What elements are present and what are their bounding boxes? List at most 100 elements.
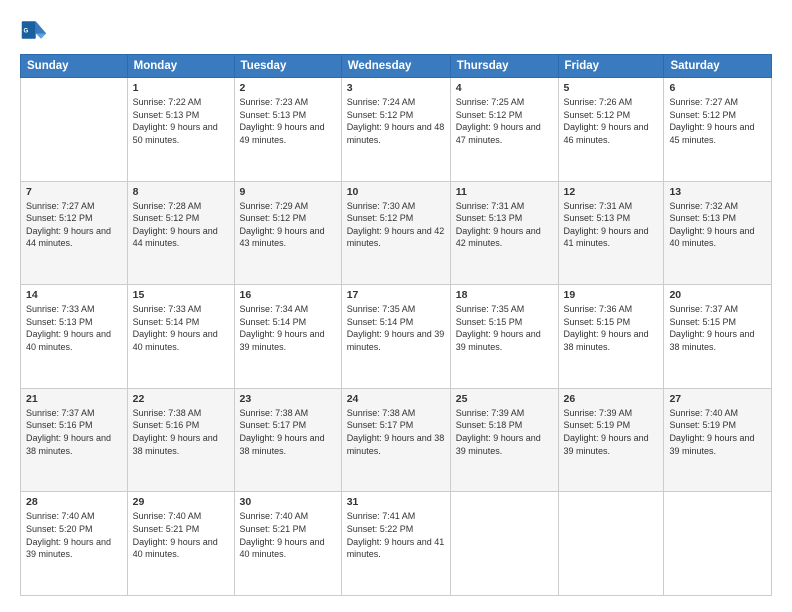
calendar-cell: 19 Sunrise: 7:36 AMSunset: 5:15 PMDayligh… <box>558 285 664 389</box>
day-number: 5 <box>564 82 659 94</box>
calendar-cell: 4 Sunrise: 7:25 AMSunset: 5:12 PMDaylight… <box>450 78 558 182</box>
calendar-cell: 2Sunrise: 7:23 AMSunset: 5:13 PMDaylight… <box>234 78 341 182</box>
day-of-week-wednesday: Wednesday <box>341 55 450 78</box>
day-number: 24 <box>347 393 445 405</box>
calendar-cell: 13 Sunrise: 7:32 AMSunset: 5:13 PMDayligh… <box>664 181 772 285</box>
calendar-cell: 26Sunrise: 7:39 AMSunset: 5:19 PMDayligh… <box>558 388 664 492</box>
day-number: 16 <box>240 289 336 301</box>
calendar-cell: 24 Sunrise: 7:38 AMSunset: 5:17 PMDayligh… <box>341 388 450 492</box>
page: G SundayMondayTuesdayWednesdayThursdayFr… <box>0 0 792 612</box>
logo-icon: G <box>20 16 48 44</box>
day-of-week-saturday: Saturday <box>664 55 772 78</box>
day-number: 23 <box>240 393 336 405</box>
day-info: Sunrise: 7:26 AMSunset: 5:12 PMDaylight:… <box>564 96 659 146</box>
calendar-cell <box>21 78 128 182</box>
day-info: Sunrise: 7:38 AMSunset: 5:16 PMDaylight:… <box>133 407 229 457</box>
day-info: Sunrise: 7:31 AMSunset: 5:13 PMDaylight:… <box>456 200 553 250</box>
day-number: 7 <box>26 186 122 198</box>
calendar-week-row: 21 Sunrise: 7:37 AMSunset: 5:16 PMDayligh… <box>21 388 772 492</box>
calendar-cell: 6 Sunrise: 7:27 AMSunset: 5:12 PMDaylight… <box>664 78 772 182</box>
day-info: Sunrise: 7:31 AMSunset: 5:13 PMDaylight:… <box>564 200 659 250</box>
day-info: Sunrise: 7:36 AMSunset: 5:15 PMDaylight:… <box>564 303 659 353</box>
calendar-cell: 10Sunrise: 7:30 AMSunset: 5:12 PMDayligh… <box>341 181 450 285</box>
calendar-cell: 14 Sunrise: 7:33 AMSunset: 5:13 PMDayligh… <box>21 285 128 389</box>
day-info: Sunrise: 7:38 AMSunset: 5:17 PMDaylight:… <box>347 407 445 457</box>
calendar: SundayMondayTuesdayWednesdayThursdayFrid… <box>20 54 772 596</box>
day-info: Sunrise: 7:37 AMSunset: 5:16 PMDaylight:… <box>26 407 122 457</box>
day-info: Sunrise: 7:37 AMSunset: 5:15 PMDaylight:… <box>669 303 766 353</box>
day-number: 27 <box>669 393 766 405</box>
day-number: 10 <box>347 186 445 198</box>
day-number: 19 <box>564 289 659 301</box>
day-info: Sunrise: 7:39 AMSunset: 5:18 PMDaylight:… <box>456 407 553 457</box>
calendar-cell: 28 Sunrise: 7:40 AMSunset: 5:20 PMDayligh… <box>21 492 128 596</box>
calendar-cell <box>558 492 664 596</box>
day-info: Sunrise: 7:34 AMSunset: 5:14 PMDaylight:… <box>240 303 336 353</box>
day-of-week-monday: Monday <box>127 55 234 78</box>
day-number: 18 <box>456 289 553 301</box>
day-number: 28 <box>26 496 122 508</box>
calendar-cell: 16 Sunrise: 7:34 AMSunset: 5:14 PMDayligh… <box>234 285 341 389</box>
calendar-cell: 20 Sunrise: 7:37 AMSunset: 5:15 PMDayligh… <box>664 285 772 389</box>
day-info: Sunrise: 7:35 AMSunset: 5:15 PMDaylight:… <box>456 303 553 353</box>
day-info: Sunrise: 7:27 AMSunset: 5:12 PMDaylight:… <box>26 200 122 250</box>
day-number: 12 <box>564 186 659 198</box>
day-number: 15 <box>133 289 229 301</box>
day-info: Sunrise: 7:40 AMSunset: 5:20 PMDaylight:… <box>26 510 122 560</box>
day-number: 22 <box>133 393 229 405</box>
calendar-cell: 30 Sunrise: 7:40 AMSunset: 5:21 PMDayligh… <box>234 492 341 596</box>
day-number: 9 <box>240 186 336 198</box>
day-number: 21 <box>26 393 122 405</box>
day-number: 26 <box>564 393 659 405</box>
day-number: 3 <box>347 82 445 94</box>
svg-text:G: G <box>24 28 29 35</box>
calendar-week-row: 7 Sunrise: 7:27 AMSunset: 5:12 PMDaylight… <box>21 181 772 285</box>
day-number: 6 <box>669 82 766 94</box>
day-number: 1 <box>133 82 229 94</box>
day-number: 13 <box>669 186 766 198</box>
calendar-week-row: 28 Sunrise: 7:40 AMSunset: 5:20 PMDayligh… <box>21 492 772 596</box>
day-number: 30 <box>240 496 336 508</box>
day-info: Sunrise: 7:41 AMSunset: 5:22 PMDaylight:… <box>347 510 445 560</box>
calendar-cell: 5 Sunrise: 7:26 AMSunset: 5:12 PMDaylight… <box>558 78 664 182</box>
calendar-cell: 1 Sunrise: 7:22 AMSunset: 5:13 PMDaylight… <box>127 78 234 182</box>
calendar-cell: 23 Sunrise: 7:38 AMSunset: 5:17 PMDayligh… <box>234 388 341 492</box>
calendar-week-row: 14 Sunrise: 7:33 AMSunset: 5:13 PMDayligh… <box>21 285 772 389</box>
calendar-cell: 9 Sunrise: 7:29 AMSunset: 5:12 PMDaylight… <box>234 181 341 285</box>
calendar-header-row: SundayMondayTuesdayWednesdayThursdayFrid… <box>21 55 772 78</box>
day-number: 2 <box>240 82 336 94</box>
header: G <box>20 16 772 44</box>
day-info: Sunrise: 7:24 AMSunset: 5:12 PMDaylight:… <box>347 96 445 146</box>
calendar-cell: 27 Sunrise: 7:40 AMSunset: 5:19 PMDayligh… <box>664 388 772 492</box>
calendar-cell: 25 Sunrise: 7:39 AMSunset: 5:18 PMDayligh… <box>450 388 558 492</box>
day-number: 20 <box>669 289 766 301</box>
day-info: Sunrise: 7:25 AMSunset: 5:12 PMDaylight:… <box>456 96 553 146</box>
day-number: 4 <box>456 82 553 94</box>
day-number: 31 <box>347 496 445 508</box>
day-number: 14 <box>26 289 122 301</box>
day-info: Sunrise: 7:29 AMSunset: 5:12 PMDaylight:… <box>240 200 336 250</box>
calendar-cell: 17Sunrise: 7:35 AMSunset: 5:14 PMDayligh… <box>341 285 450 389</box>
day-info: Sunrise: 7:38 AMSunset: 5:17 PMDaylight:… <box>240 407 336 457</box>
day-of-week-friday: Friday <box>558 55 664 78</box>
day-info: Sunrise: 7:40 AMSunset: 5:21 PMDaylight:… <box>240 510 336 560</box>
day-info: Sunrise: 7:33 AMSunset: 5:14 PMDaylight:… <box>133 303 229 353</box>
day-info: Sunrise: 7:32 AMSunset: 5:13 PMDaylight:… <box>669 200 766 250</box>
day-number: 25 <box>456 393 553 405</box>
logo: G <box>20 16 52 44</box>
day-info: Sunrise: 7:27 AMSunset: 5:12 PMDaylight:… <box>669 96 766 146</box>
day-number: 8 <box>133 186 229 198</box>
calendar-cell <box>664 492 772 596</box>
day-info: Sunrise: 7:40 AMSunset: 5:21 PMDaylight:… <box>133 510 229 560</box>
day-number: 29 <box>133 496 229 508</box>
calendar-cell: 11 Sunrise: 7:31 AMSunset: 5:13 PMDayligh… <box>450 181 558 285</box>
day-info: Sunrise: 7:22 AMSunset: 5:13 PMDaylight:… <box>133 96 229 146</box>
day-number: 17 <box>347 289 445 301</box>
day-number: 11 <box>456 186 553 198</box>
day-info: Sunrise: 7:33 AMSunset: 5:13 PMDaylight:… <box>26 303 122 353</box>
day-info: Sunrise: 7:40 AMSunset: 5:19 PMDaylight:… <box>669 407 766 457</box>
calendar-cell: 22 Sunrise: 7:38 AMSunset: 5:16 PMDayligh… <box>127 388 234 492</box>
calendar-cell: 12 Sunrise: 7:31 AMSunset: 5:13 PMDayligh… <box>558 181 664 285</box>
calendar-cell: 18 Sunrise: 7:35 AMSunset: 5:15 PMDayligh… <box>450 285 558 389</box>
day-of-week-tuesday: Tuesday <box>234 55 341 78</box>
